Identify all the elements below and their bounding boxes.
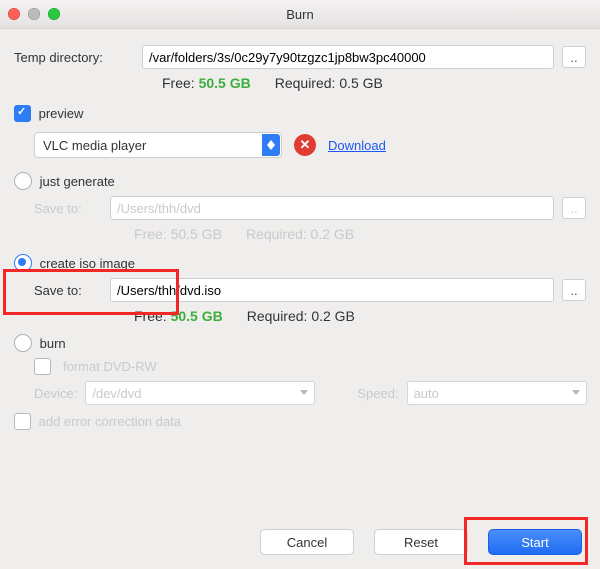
select-stepper-icon [262,134,280,156]
jg-save-label: Save to: [34,201,102,216]
error-close-icon[interactable]: ✕ [294,134,316,156]
iso-req-label: Required: [247,308,308,324]
create-iso-label: create iso image [40,256,135,271]
speed-combo: auto [407,381,587,405]
iso-free-value: 50.5 GB [171,308,223,324]
reset-button[interactable]: Reset [374,529,468,555]
temp-free-value: 50.5 GB [199,75,251,91]
device-label: Device: [34,386,77,401]
jg-save-input [110,196,554,220]
titlebar: Burn [0,0,600,29]
preview-player-select[interactable]: VLC media player [34,132,282,158]
just-generate-label: just generate [40,174,115,189]
format-dvd-label: format DVD-RW [63,359,157,374]
start-button[interactable]: Start [488,529,582,555]
burn-label: burn [40,336,66,351]
iso-req-value: 0.2 GB [311,308,355,324]
jg-req-label: Required: [246,226,307,242]
temp-dir-label: Temp directory: [14,50,134,65]
preview-player-value: VLC media player [43,138,146,153]
speed-label: Speed: [357,386,398,401]
temp-dir-browse-button[interactable]: .. [562,46,586,68]
jg-free-label: Free: [134,226,167,242]
jg-req-value: 0.2 GB [311,226,355,242]
window-title: Burn [0,7,600,22]
cancel-button[interactable]: Cancel [260,529,354,555]
ecc-label: add error correction data [39,414,181,429]
device-combo: /dev/dvd [85,381,315,405]
download-link[interactable]: Download [328,138,386,153]
iso-save-label: Save to: [34,283,102,298]
create-iso-radio[interactable] [14,254,32,272]
jg-free-value: 50.5 GB [171,226,222,242]
temp-free-label: Free: [162,75,195,91]
burn-radio[interactable] [14,334,32,352]
iso-save-input[interactable] [110,278,554,302]
temp-required-label: Required: [275,75,336,91]
temp-required-value: 0.5 GB [339,75,383,91]
ecc-checkbox [14,413,31,430]
iso-browse-button[interactable]: .. [562,279,586,301]
jg-browse-button: .. [562,197,586,219]
iso-free-label: Free: [134,308,167,324]
temp-dir-input[interactable] [142,45,554,69]
preview-checkbox[interactable] [14,105,31,122]
format-dvd-checkbox [34,358,51,375]
just-generate-radio[interactable] [14,172,32,190]
preview-label: preview [39,106,84,121]
